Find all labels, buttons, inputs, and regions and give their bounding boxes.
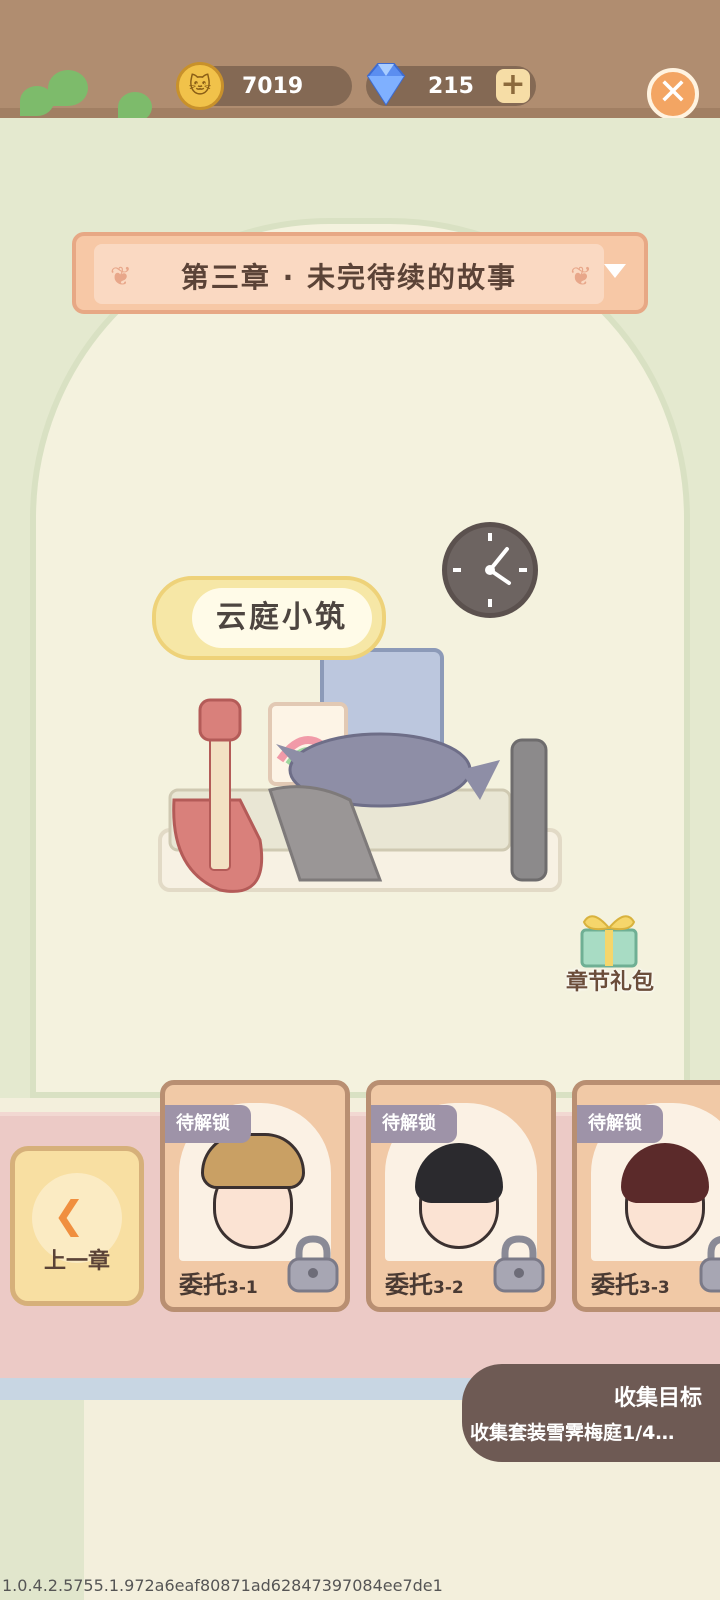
gem-amount: 215	[428, 74, 474, 99]
commission-card-3-2[interactable]: 待解锁 委托3-2	[366, 1080, 556, 1312]
chevron-down-icon[interactable]	[604, 264, 626, 278]
vine-leaf-decoration	[48, 70, 88, 106]
coin-amount: 7019	[242, 74, 304, 99]
locked-tag: 待解锁	[371, 1105, 457, 1143]
collection-goal-panel[interactable]: 收集目标 收集套装雪霁梅庭1/4…	[462, 1364, 720, 1462]
commission-name: 委托3-2	[385, 1271, 464, 1299]
room-name-label[interactable]: 云庭小筑	[152, 576, 386, 660]
locked-tag: 待解锁	[577, 1105, 663, 1143]
previous-chapter-button[interactable]: ❮ 上一章	[10, 1146, 144, 1306]
sprig-icon: ❦	[570, 262, 592, 292]
close-icon: ✕	[657, 72, 689, 113]
commission-card-3-1[interactable]: 待解锁 委托3-1	[160, 1080, 350, 1312]
lock-icon	[493, 1235, 545, 1293]
cat-coin-icon: 🐱	[176, 62, 224, 110]
chapter-title: 第三章 · 未完待续的故事	[180, 261, 518, 294]
chapter-title-panel: ❦ 第三章 · 未完待续的故事 ❦	[94, 244, 604, 304]
collection-goal-title: 收集目标	[613, 1386, 702, 1411]
locked-tag: 待解锁	[165, 1105, 251, 1143]
commission-name: 委托3-3	[591, 1271, 670, 1299]
room-name: 云庭小筑	[192, 588, 372, 648]
diamond-icon	[366, 63, 406, 106]
build-version: 1.0.4.2.5755.1.972a6eaf80871ad6284739708…	[2, 1576, 443, 1595]
lock-icon	[287, 1235, 339, 1293]
gift-box-icon[interactable]	[574, 906, 644, 968]
chapter-gift-label[interactable]: 章节礼包	[566, 964, 676, 996]
chapter-selector[interactable]: ❦ 第三章 · 未完待续的故事 ❦	[72, 232, 648, 314]
plus-icon: +	[500, 67, 526, 102]
commission-name: 委托3-1	[179, 1271, 258, 1299]
close-button[interactable]: ✕	[647, 68, 699, 120]
coin-counter: 🐱 7019	[176, 62, 352, 110]
back-arrow-icon: ❮	[53, 1193, 85, 1237]
collection-goal-description: 收集套装雪霁梅庭1/4…	[470, 1422, 675, 1444]
gem-counter: 215 +	[366, 63, 536, 106]
band-stripe	[0, 1378, 480, 1400]
clock-icon	[442, 522, 538, 618]
left-wall	[0, 1400, 84, 1600]
lock-icon	[699, 1236, 720, 1293]
add-gems-button[interactable]: +	[496, 69, 530, 103]
previous-chapter-label: 上一章	[43, 1249, 110, 1274]
commission-card-3-3[interactable]: 待解锁 委托3-3	[572, 1080, 720, 1312]
room-illustration[interactable]	[150, 640, 570, 980]
